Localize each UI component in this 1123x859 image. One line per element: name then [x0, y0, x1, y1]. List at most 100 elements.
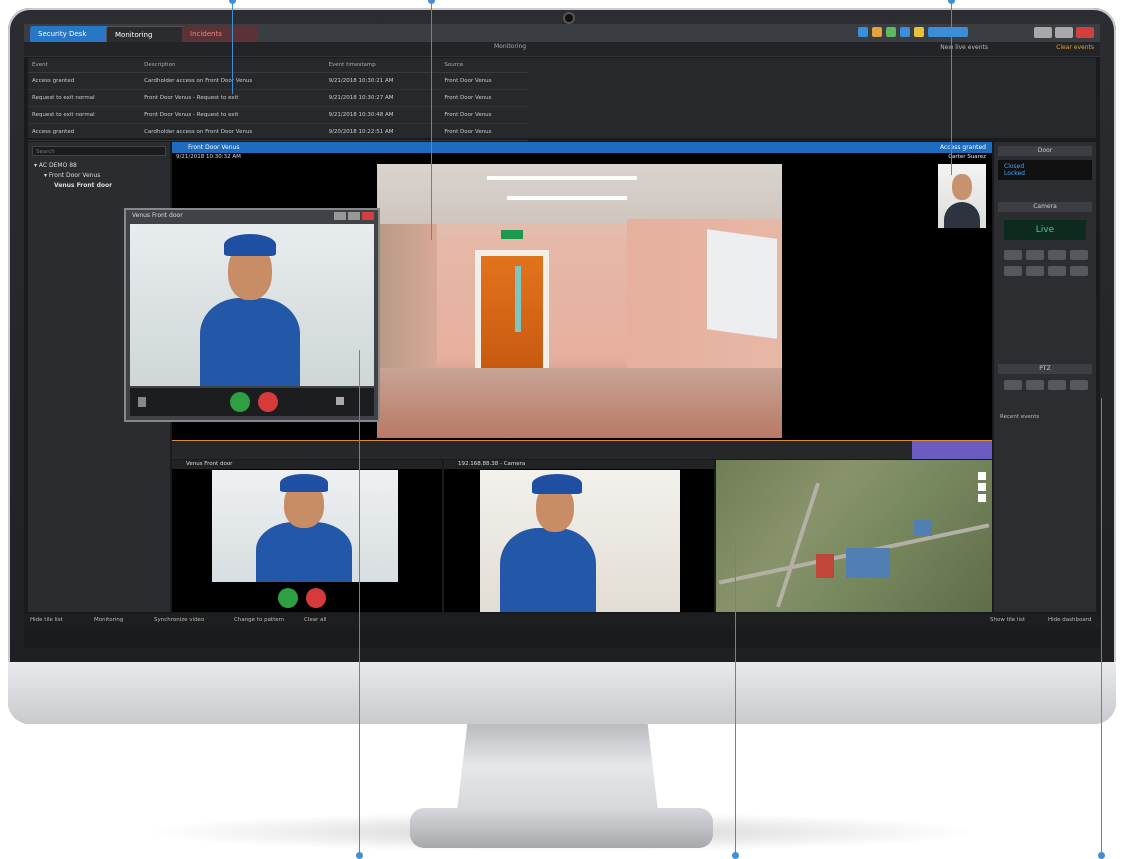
maximize-icon[interactable] — [348, 212, 360, 220]
synchronize-video-button[interactable]: Synchronize video — [154, 617, 204, 623]
tile-header: Front Door Venus Access granted — [172, 142, 992, 153]
figure-cap — [532, 474, 582, 494]
figure-cap — [224, 234, 276, 256]
figure-body — [256, 522, 352, 582]
callout-line — [732, 540, 739, 859]
timeline[interactable] — [172, 440, 992, 459]
live-indicator: Live — [1004, 220, 1086, 240]
tab-security-desk[interactable]: Security Desk — [30, 26, 116, 42]
ptz-down-button[interactable] — [1048, 380, 1066, 390]
screen: Security Desk Monitoring Incidents Monit… — [24, 24, 1100, 648]
photo-body — [944, 202, 980, 228]
timestamp: 9/21/2018 10:30:32 AM — [176, 154, 241, 160]
camera-section: Camera — [998, 202, 1092, 212]
video-door-window — [515, 266, 521, 332]
tree-item[interactable]: ▾ AC DEMO 88 — [34, 162, 77, 169]
live-button[interactable] — [1070, 250, 1088, 260]
clock-icon[interactable] — [928, 27, 968, 37]
hold-call-button[interactable] — [278, 588, 298, 608]
hang-up-button[interactable] — [258, 392, 278, 412]
recent-events-label: Recent events — [1000, 414, 1040, 420]
figure-body — [200, 298, 300, 386]
ptz-section: PTZ — [998, 364, 1092, 374]
table-row[interactable]: Access granted Cardholder access on Fron… — [28, 123, 528, 141]
callout-line — [356, 350, 363, 859]
ptz-left-button[interactable] — [1004, 380, 1022, 390]
minimize-icon[interactable] — [1034, 27, 1052, 38]
pause-button[interactable] — [1026, 250, 1044, 260]
sub-toolbar: Monitoring New live events Clear events — [24, 42, 1100, 57]
tab-incidents[interactable]: Incidents — [182, 26, 258, 42]
clear-events-button[interactable]: Clear events — [1056, 44, 1094, 51]
table-cell: Front Door Venus — [440, 89, 528, 107]
tree-item[interactable]: Venus Front door — [54, 182, 112, 189]
device-icon — [138, 397, 146, 407]
new-events-button[interactable]: New live events — [940, 44, 988, 51]
page-title: Monitoring — [494, 43, 527, 50]
hang-up-button[interactable] — [306, 588, 326, 608]
monitoring-button[interactable]: Monitoring — [94, 617, 123, 623]
map-road — [776, 482, 820, 608]
hide-dashboard-button[interactable]: Hide dashboard — [1048, 617, 1091, 623]
column-header[interactable]: Event — [28, 58, 141, 73]
hide-tile-list-button[interactable]: Hide tile list — [30, 617, 63, 623]
table-header: Event Description Event timestamp Source — [28, 58, 528, 73]
tab-bar: Security Desk Monitoring Incidents — [24, 24, 1100, 44]
map-tile[interactable] — [716, 460, 992, 612]
user-icon[interactable] — [900, 27, 910, 37]
tile-header: 192.168.88.38 - Camera — [444, 460, 714, 469]
dashboard-panel: Door Closed Locked Camera Live PTZ Recen… — [994, 142, 1096, 612]
event-label: Access granted — [939, 144, 986, 151]
show-tile-list-button[interactable]: Show tile list — [990, 617, 1025, 623]
zoom-button[interactable] — [1048, 266, 1066, 276]
video-floor — [377, 368, 782, 438]
callout-line — [1098, 398, 1105, 859]
rewind-button[interactable] — [1004, 250, 1022, 260]
ptz-right-button[interactable] — [1070, 380, 1088, 390]
table-row[interactable]: Request to exit normal Front Door Venus … — [28, 89, 528, 107]
map-building — [846, 548, 890, 578]
timeline-cursor[interactable] — [912, 441, 992, 459]
ptz-up-button[interactable] — [1026, 380, 1044, 390]
health-icon[interactable] — [886, 27, 896, 37]
video-whiteboard — [707, 229, 777, 339]
tab-label: Security Desk — [38, 30, 87, 38]
zoom-in-icon[interactable] — [978, 472, 986, 480]
column-header[interactable]: Event timestamp — [324, 58, 441, 73]
warning-icon[interactable] — [914, 27, 924, 37]
video-door — [481, 256, 543, 368]
intercom-call-popup[interactable]: Venus Front door — [124, 208, 380, 422]
alarm-icon[interactable] — [872, 27, 882, 37]
table-row[interactable]: Request to exit normal Front Door Venus … — [28, 106, 528, 124]
intercom-video — [212, 470, 398, 582]
tree-item[interactable]: ▾ Front Door Venus — [44, 172, 100, 179]
change-pattern-button[interactable]: Change to pattern — [234, 617, 284, 623]
camera-tile-192-168[interactable]: 192.168.88.38 - Camera — [444, 460, 714, 612]
settings-button[interactable] — [1070, 266, 1088, 276]
video-light — [507, 196, 627, 200]
camera-tile-intercom[interactable]: Venus Front door — [172, 460, 442, 612]
forward-button[interactable] — [1048, 250, 1066, 260]
search-input[interactable]: Search — [32, 146, 166, 156]
table-row[interactable]: Access granted Cardholder access on Fron… — [28, 72, 528, 90]
layers-icon[interactable] — [978, 494, 986, 502]
maximize-icon[interactable] — [1055, 27, 1073, 38]
map-building-highlight — [816, 554, 834, 578]
record-button[interactable] — [1004, 266, 1022, 276]
snapshot-button[interactable] — [1026, 266, 1044, 276]
window-controls — [1034, 27, 1094, 38]
column-header[interactable]: Source — [440, 58, 528, 73]
section-header: Camera — [998, 202, 1092, 212]
zoom-out-icon[interactable] — [978, 483, 986, 491]
close-icon[interactable] — [362, 212, 374, 220]
clear-all-button[interactable]: Clear all — [304, 617, 327, 623]
close-icon[interactable] — [1076, 27, 1094, 38]
table-cell: 9/21/2018 10:30:27 AM — [324, 89, 441, 107]
table-cell: Cardholder access on Front Door Venus — [140, 123, 325, 141]
table-cell: Front Door Venus - Request to exit — [140, 106, 325, 124]
satellite-map[interactable] — [716, 460, 992, 612]
minimize-icon[interactable] — [334, 212, 346, 220]
network-icon[interactable] — [858, 27, 868, 37]
speaker-icon[interactable] — [336, 397, 344, 405]
hold-call-button[interactable] — [230, 392, 250, 412]
